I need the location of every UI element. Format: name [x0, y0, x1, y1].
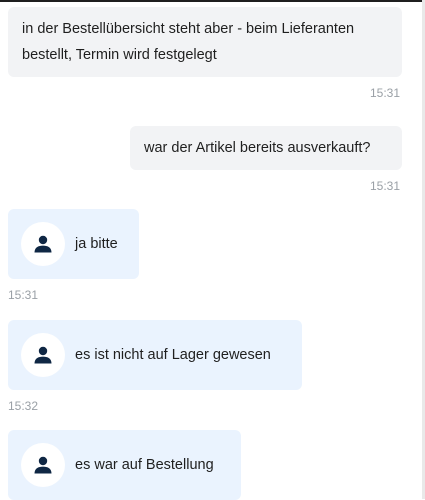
message-bubble-user: in der Bestellübersicht steht aber - bei…	[8, 7, 402, 77]
message-text: ja bitte	[75, 236, 118, 252]
message-bubble-agent: es ist nicht auf Lager gewesen	[8, 320, 302, 390]
message-timestamp: 15:31	[370, 179, 401, 193]
message-timestamp: 15:31	[370, 86, 401, 100]
message-bubble-agent: es war auf Bestellung	[8, 430, 241, 500]
message-text: war der Artikel bereits ausverkauft?	[144, 140, 371, 156]
message-text: in der Bestellübersicht steht aber - bei…	[22, 21, 355, 63]
avatar	[21, 333, 65, 377]
message-timestamp: 15:31	[8, 288, 39, 302]
message-bubble-user: war der Artikel bereits ausverkauft?	[130, 126, 402, 170]
person-icon	[33, 234, 53, 254]
message-bubble-agent: ja bitte	[8, 209, 139, 279]
message-text: es war auf Bestellung	[75, 457, 214, 473]
avatar	[21, 222, 65, 266]
person-icon	[33, 455, 53, 475]
message-text: es ist nicht auf Lager gewesen	[75, 347, 271, 363]
avatar	[21, 443, 65, 487]
top-divider	[0, 0, 425, 2]
message-timestamp: 15:32	[8, 399, 39, 413]
person-icon	[33, 345, 53, 365]
